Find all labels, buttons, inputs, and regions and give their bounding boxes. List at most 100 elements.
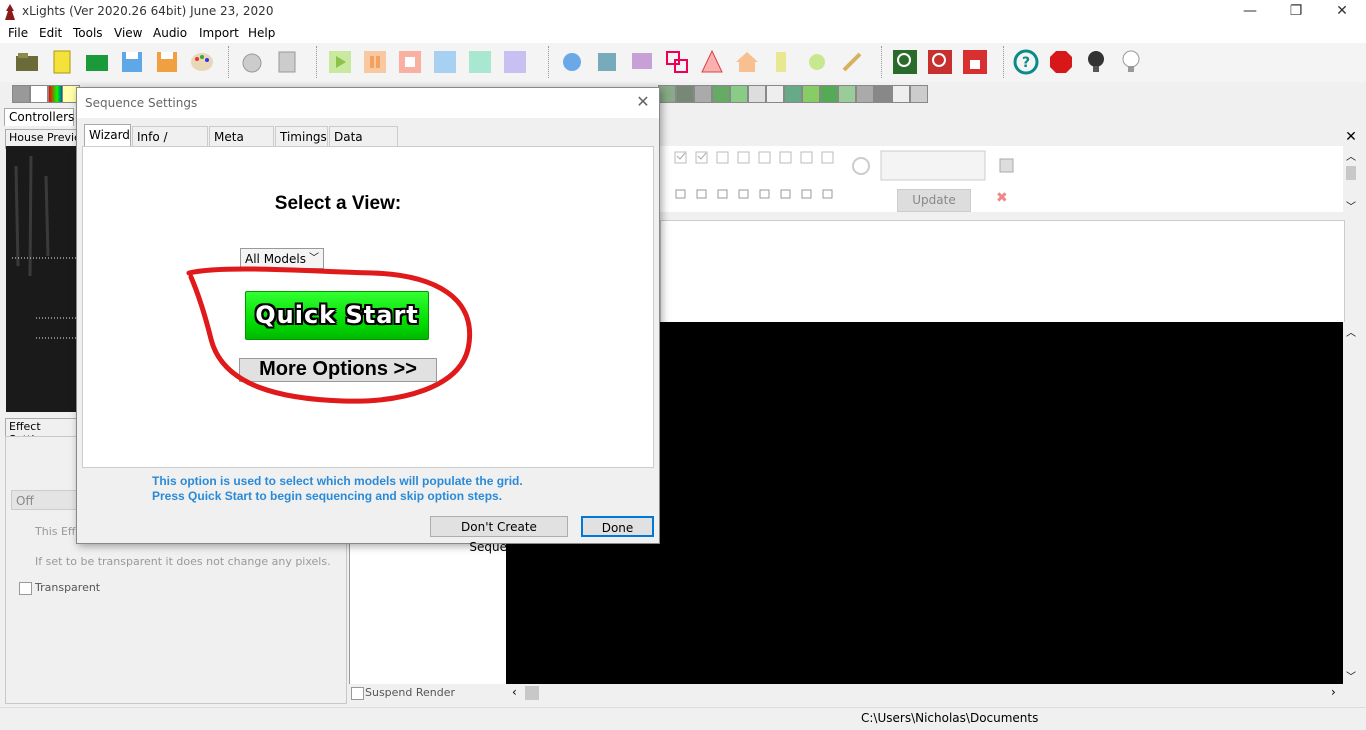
bulb-on-icon[interactable] [1117, 48, 1145, 76]
tab-controllers[interactable]: Controllers [4, 108, 74, 126]
grid-scrollbar[interactable]: ︿ ﹀ [1343, 322, 1359, 684]
wand-icon[interactable] [838, 48, 866, 76]
menu-import[interactable]: Import [199, 26, 239, 40]
red-annotation-circle [186, 266, 473, 404]
effect-garlands-icon[interactable] [712, 85, 730, 103]
menu-bar: File Edit Tools View Audio Import Help [0, 24, 1366, 43]
effect-kaleidoscope-icon[interactable] [748, 85, 766, 103]
status-bar: C:\Users\Nicholas\Documents [0, 707, 1366, 730]
stop-icon[interactable] [396, 48, 424, 76]
svg-text:?: ? [1022, 55, 1030, 71]
settings-effects-icon[interactable] [593, 48, 621, 76]
save-as-icon[interactable] [153, 48, 181, 76]
effect-fire-icon[interactable] [658, 85, 676, 103]
transparent-label: Transparent [35, 581, 101, 594]
effect-glediator-icon[interactable] [730, 85, 748, 103]
effect-marquee-icon[interactable] [802, 85, 820, 103]
transparent-checkbox[interactable] [19, 582, 32, 595]
tab-timings[interactable]: Timings [275, 126, 328, 146]
help-text-line-1: This option is used to select which mode… [152, 474, 523, 488]
menu-tools[interactable]: Tools [73, 26, 103, 40]
menu-edit[interactable]: Edit [39, 26, 62, 40]
close-panel-icon[interactable]: ✕ [1344, 130, 1358, 144]
effect-music-icon[interactable] [856, 85, 874, 103]
title-bar: xLights (Ver 2020.26 64bit) June 23, 202… [0, 0, 1366, 24]
bulb-off-icon[interactable] [1082, 48, 1110, 76]
dialog-title: Sequence Settings [85, 96, 198, 110]
scroll-right-icon[interactable]: › [1331, 685, 1336, 699]
settings-icon[interactable] [558, 48, 586, 76]
lock-icon[interactable] [961, 48, 989, 76]
row-headings-panel [349, 542, 507, 684]
view-select[interactable]: All Models ﹀ [240, 248, 324, 269]
help-icon[interactable]: ? [1012, 48, 1040, 76]
effect-text-icon[interactable] [766, 85, 784, 103]
main-toolbar: ? [0, 43, 1366, 83]
update-button[interactable]: Update [897, 189, 971, 212]
wizard-panel: Select a View: All Models ﹀ Quick Start … [82, 146, 654, 468]
pause-icon[interactable] [361, 48, 389, 76]
minimize-button[interactable]: — [1227, 0, 1273, 24]
chevron-down-icon: ﹀ [309, 253, 319, 264]
play-icon[interactable] [326, 48, 354, 76]
menu-help[interactable]: Help [248, 26, 275, 40]
effect-off-icon[interactable] [12, 85, 30, 103]
done-button[interactable]: Done [581, 516, 654, 537]
save-icon[interactable] [118, 48, 146, 76]
effect-fireworks-icon[interactable] [676, 85, 694, 103]
horizontal-scroll-thumb[interactable] [525, 686, 539, 700]
dialog-title-bar: Sequence Settings ✕ [77, 88, 659, 118]
layout-icon[interactable] [663, 48, 691, 76]
render-timer-icon[interactable] [238, 48, 266, 76]
timing-grid-header [660, 220, 1345, 324]
tab-wizard[interactable]: Wizard [84, 124, 131, 147]
zoom-out-icon[interactable] [926, 48, 954, 76]
effect-liquid-icon[interactable] [784, 85, 802, 103]
effect-pictures-icon[interactable] [892, 85, 910, 103]
effect-select-value: Off [16, 494, 34, 508]
tree-icon[interactable] [698, 48, 726, 76]
palette-icon[interactable] [188, 48, 216, 76]
sparkle-icon[interactable] [803, 48, 831, 76]
open-sequence-icon[interactable] [83, 48, 111, 76]
effect-piano-icon[interactable] [874, 85, 892, 103]
status-path: C:\Users\Nicholas\Documents [861, 711, 1039, 725]
house-preview-image [6, 146, 76, 412]
dialog-close-icon[interactable]: ✕ [633, 92, 653, 112]
scroll-left-icon[interactable]: ‹ [512, 685, 517, 699]
house-icon[interactable] [733, 48, 761, 76]
replay-icon[interactable] [501, 48, 529, 76]
menu-view[interactable]: View [114, 26, 142, 40]
first-frame-icon[interactable] [431, 48, 459, 76]
menu-audio[interactable]: Audio [153, 26, 187, 40]
effect-on-icon[interactable] [30, 85, 48, 103]
last-frame-icon[interactable] [466, 48, 494, 76]
tab-info-media[interactable]: Info / Media [132, 126, 208, 164]
grid-bottom-bar: Suspend Render ‹ › [349, 684, 1359, 702]
delete-icon[interactable]: ✖ [996, 190, 1008, 206]
select-view-label: Select a View: [274, 193, 402, 214]
effect-meteors-icon[interactable] [820, 85, 838, 103]
transparent-description: If set to be transparent it does not cha… [35, 555, 331, 568]
controls-scrollbar[interactable]: ︿ ﹀ [1343, 146, 1359, 213]
dont-create-sequence-button[interactable]: Don't Create Sequence [430, 516, 568, 554]
settings-display-icon[interactable] [628, 48, 656, 76]
model-icon[interactable] [768, 48, 796, 76]
restore-button[interactable]: ❐ [1273, 0, 1319, 24]
tab-meta-data[interactable]: Meta Data [209, 126, 274, 164]
effect-galaxy-icon[interactable] [694, 85, 712, 103]
timing-panel-header [660, 130, 1360, 146]
suspend-render-checkbox[interactable] [351, 687, 364, 700]
house-preview-canvas [6, 146, 76, 412]
effect-morph-icon[interactable] [838, 85, 856, 103]
effect-plasma-icon[interactable] [910, 85, 928, 103]
menu-file[interactable]: File [8, 26, 28, 40]
tab-data-layers[interactable]: Data Layers [329, 126, 398, 164]
new-sequence-icon[interactable] [48, 48, 76, 76]
open-folder-icon[interactable] [13, 48, 41, 76]
zoom-in-icon[interactable] [891, 48, 919, 76]
render-calc-icon[interactable] [273, 48, 301, 76]
stop-sign-icon[interactable] [1047, 48, 1075, 76]
layer-controls-area: Update ✖ [660, 146, 1343, 212]
close-window-button[interactable]: ✕ [1319, 0, 1365, 24]
